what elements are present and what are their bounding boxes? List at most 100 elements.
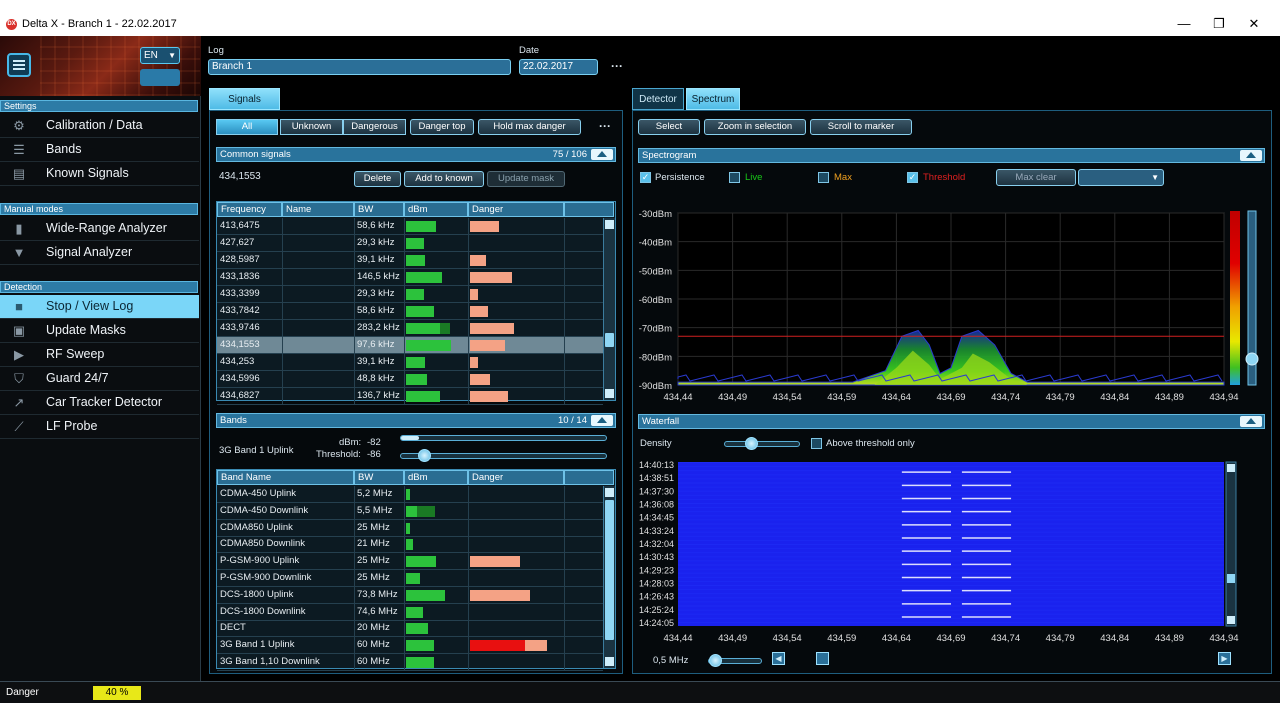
add-to-known-button[interactable]: Add to known bbox=[404, 171, 484, 187]
sidebar-item-lf-probe[interactable]: ⟋ LF Probe bbox=[0, 415, 199, 439]
table-row[interactable]: 433,7842 58,6 kHz bbox=[217, 303, 603, 320]
persistence-checkbox[interactable]: ✓ bbox=[640, 172, 651, 183]
threshold-checkbox[interactable]: ✓ bbox=[907, 172, 918, 183]
table-row[interactable]: DCS-1800 Downlink 74,6 MHz bbox=[217, 603, 603, 621]
sidebar-item-calibration-data[interactable]: ⚙ Calibration / Data bbox=[0, 114, 199, 138]
column-header-danger[interactable]: Danger bbox=[468, 470, 564, 485]
sidebar-item-signal-analyzer[interactable]: ▼ Signal Analyzer bbox=[0, 241, 199, 265]
table-row[interactable]: P-GSM-900 Uplink 25 MHz bbox=[217, 553, 603, 571]
collapse-icon[interactable] bbox=[591, 149, 613, 160]
close-button[interactable]: ✕ bbox=[1244, 16, 1264, 32]
scroll-thumb[interactable] bbox=[605, 500, 614, 640]
waterfall-scrollbar[interactable] bbox=[1225, 461, 1237, 627]
tab-spectrum[interactable]: Spectrum bbox=[686, 88, 740, 110]
table-row[interactable]: 434,5996 48,8 kHz bbox=[217, 371, 603, 388]
table-row[interactable]: 433,9746 283,2 kHz bbox=[217, 320, 603, 337]
danger-top-button[interactable]: Danger top bbox=[410, 119, 474, 135]
column-header-dbm[interactable]: dBm bbox=[404, 202, 468, 217]
column-header-band-name[interactable]: Band Name bbox=[217, 470, 354, 485]
table-row[interactable]: 413,6475 58,6 kHz bbox=[217, 218, 603, 235]
scroll-thumb[interactable] bbox=[605, 333, 614, 347]
column-header-bw[interactable]: BW bbox=[354, 470, 404, 485]
bands-scrollbar[interactable] bbox=[603, 486, 615, 668]
scroll-down-icon[interactable] bbox=[605, 389, 614, 398]
table-row[interactable]: 428,5987 39,1 kHz bbox=[217, 252, 603, 269]
delete-button[interactable]: Delete bbox=[354, 171, 401, 187]
scroll-thumb[interactable] bbox=[1227, 574, 1235, 583]
scroll-down-icon[interactable] bbox=[1227, 616, 1235, 624]
menu-icon[interactable] bbox=[7, 53, 31, 77]
table-row[interactable]: 434,6827 136,7 kHz bbox=[217, 388, 603, 405]
sidebar-item-guard-24-7[interactable]: ⛉ Guard 24/7 bbox=[0, 367, 199, 391]
maximize-button[interactable]: ❐ bbox=[1209, 16, 1229, 32]
spectrogram-chart[interactable]: 434,44 434,49 434,54 434,59 434,64 434,69 434,… bbox=[634, 196, 1270, 408]
table-row[interactable]: CDMA-450 Uplink 5,2 MHz bbox=[217, 486, 603, 503]
table-row[interactable]: P-GSM-900 Downlink 25 MHz bbox=[217, 570, 603, 587]
sidebar-item-wide-range-analyzer[interactable]: ▮ Wide-Range Analyzer bbox=[0, 217, 199, 241]
tab-signals[interactable]: Signals bbox=[209, 88, 280, 110]
sidebar-item-known-signals[interactable]: ▤ Known Signals bbox=[0, 162, 199, 186]
sidebar-item-car-tracker-detector[interactable]: ↗ Car Tracker Detector bbox=[0, 391, 199, 415]
table-row[interactable]: CDMA850 Downlink 21 MHz bbox=[217, 536, 603, 554]
column-header-name[interactable]: Name bbox=[282, 202, 354, 217]
more-options-icon[interactable]: ··· bbox=[611, 59, 623, 73]
density-slider-knob[interactable] bbox=[745, 437, 758, 450]
span-slider[interactable] bbox=[708, 654, 762, 667]
signals-more-icon[interactable]: ··· bbox=[599, 119, 611, 133]
density-slider[interactable] bbox=[724, 437, 800, 450]
log-field[interactable]: Branch 1 bbox=[208, 59, 511, 75]
color-scale-knob[interactable] bbox=[1245, 352, 1259, 366]
table-row[interactable]: 433,1836 146,5 kHz bbox=[217, 269, 603, 286]
table-row[interactable]: 3G Band 1,10 Downlink 60 MHz bbox=[217, 654, 603, 671]
live-checkbox[interactable] bbox=[729, 172, 740, 183]
scroll-thumb[interactable] bbox=[816, 652, 829, 665]
table-row[interactable]: 3G Band 1 Uplink 60 MHz bbox=[217, 637, 603, 655]
column-header-bw[interactable]: BW bbox=[354, 202, 404, 217]
signals-scrollbar[interactable] bbox=[603, 218, 615, 400]
threshold-slider[interactable] bbox=[400, 449, 607, 462]
sidebar-item-bands[interactable]: ☰ Bands bbox=[0, 138, 199, 162]
scroll-right-icon[interactable]: ▶ bbox=[1218, 652, 1231, 665]
date-field[interactable]: 22.02.2017 bbox=[519, 59, 598, 75]
above-threshold-checkbox[interactable] bbox=[811, 438, 822, 449]
scroll-down-icon[interactable] bbox=[605, 657, 614, 666]
banner-button[interactable] bbox=[140, 69, 180, 86]
collapse-icon[interactable] bbox=[1240, 150, 1262, 161]
sidebar-item-stop-view-log[interactable]: ■ Stop / View Log bbox=[0, 295, 199, 319]
table-row[interactable]: CDMA-450 Downlink 5,5 MHz bbox=[217, 502, 603, 520]
hold-max-danger-button[interactable]: Hold max danger bbox=[478, 119, 581, 135]
waterfall-chart[interactable]: 14:40:13 14:38:51 14:37:30 14:36:08 14:34:45… bbox=[634, 456, 1270, 652]
column-header-danger[interactable]: Danger bbox=[468, 202, 564, 217]
update-mask-button[interactable]: Update mask bbox=[487, 171, 565, 187]
range-dropdown[interactable]: ▼ bbox=[1078, 169, 1164, 186]
table-row[interactable]: 427,627 29,3 kHz bbox=[217, 235, 603, 252]
table-row[interactable]: 434,253 39,1 kHz bbox=[217, 354, 603, 371]
column-header-dbm[interactable]: dBm bbox=[404, 470, 468, 485]
collapse-icon[interactable] bbox=[591, 415, 613, 426]
scroll-to-marker-button[interactable]: Scroll to marker bbox=[810, 119, 912, 135]
sidebar-item-rf-sweep[interactable]: ▶ RF Sweep bbox=[0, 343, 199, 367]
filter-dangerous-button[interactable]: Dangerous bbox=[343, 119, 406, 135]
filter-all-button[interactable]: All bbox=[216, 119, 278, 135]
span-slider-knob[interactable] bbox=[709, 654, 722, 667]
tab-detector[interactable]: Detector bbox=[632, 88, 684, 110]
scroll-left-icon[interactable]: ◀ bbox=[772, 652, 785, 665]
column-header-extra[interactable] bbox=[564, 202, 614, 217]
sidebar-item-update-masks[interactable]: ▣ Update Masks bbox=[0, 319, 199, 343]
language-select[interactable]: EN ▼ bbox=[140, 47, 180, 64]
column-header-extra[interactable] bbox=[564, 470, 614, 485]
select-button[interactable]: Select bbox=[638, 119, 700, 135]
scroll-up-icon[interactable] bbox=[605, 488, 614, 497]
table-row[interactable]: 433,3399 29,3 kHz bbox=[217, 286, 603, 303]
table-row[interactable]: CDMA850 Uplink 25 MHz bbox=[217, 519, 603, 537]
max-checkbox[interactable] bbox=[818, 172, 829, 183]
table-row[interactable]: DCS-1800 Uplink 73,8 MHz bbox=[217, 586, 603, 604]
column-header-frequency[interactable]: Frequency bbox=[217, 202, 282, 217]
minimize-button[interactable]: — bbox=[1174, 16, 1194, 31]
table-row[interactable]: 434,1553 97,6 kHz bbox=[217, 337, 603, 354]
scroll-up-icon[interactable] bbox=[605, 220, 614, 229]
table-row[interactable]: DECT 20 MHz bbox=[217, 620, 603, 638]
max-clear-button[interactable]: Max clear bbox=[996, 169, 1076, 186]
scroll-up-icon[interactable] bbox=[1227, 464, 1235, 472]
filter-unknown-button[interactable]: Unknown bbox=[280, 119, 343, 135]
